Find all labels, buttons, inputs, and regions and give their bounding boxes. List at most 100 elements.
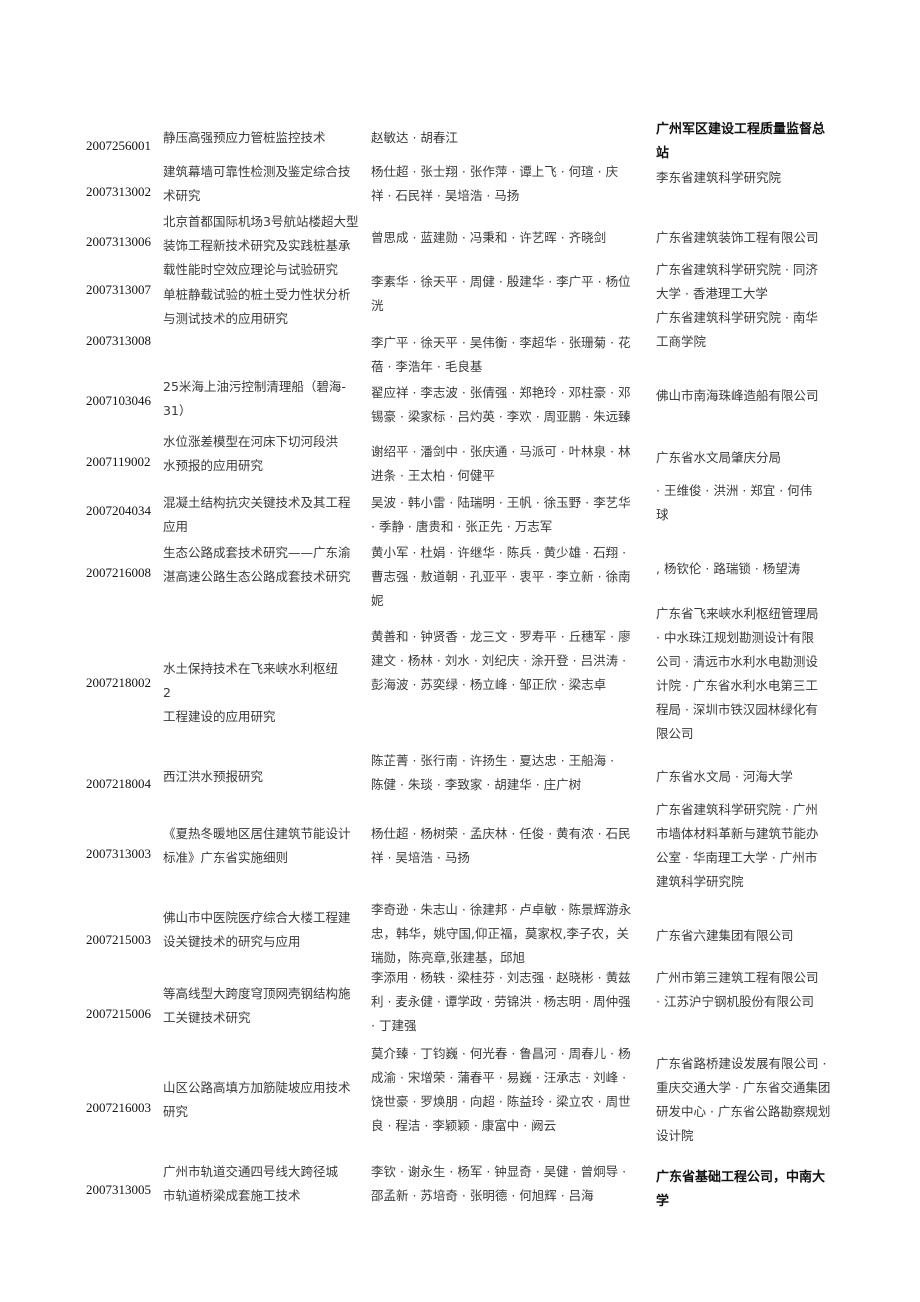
- project-code: 2007216008: [86, 565, 151, 580]
- project-organizations-line: 广东省建筑装饰工程有限公司: [656, 230, 819, 245]
- project-title-line: 载性能时空效应理论与试验研究: [163, 262, 339, 277]
- project-title: 混凝土结构抗灾关键技术及其工程 应用: [163, 491, 368, 539]
- project-organizations-line: 广东省六建集团有限公司: [656, 928, 794, 943]
- project-organizations-line: 广东省水文局 · 河海大学: [656, 769, 793, 784]
- project-members-line: 李素华 · 徐天平 · 周健 · 殷建华 · 李广平 · 杨位: [371, 274, 631, 289]
- project-members-line: 陈芷菁 · 张行南 · 许扬生 · 夏达忠 · 王船海 ·: [371, 753, 615, 768]
- project-code: 2007103046: [86, 393, 151, 408]
- project-organizations: 广州军区建设工程质量监督总站: [656, 118, 846, 166]
- project-organizations: 佛山市南海珠峰造船有限公司: [656, 384, 846, 408]
- project-members-line: 彭海波 · 苏奕绿 · 杨立峰 · 邹正欣 · 梁志卓: [371, 677, 607, 692]
- project-organizations-line: 广东省建筑科学研究院 · 同济: [656, 262, 818, 277]
- project-members: 吴波 · 韩小雷 · 陆瑞明 · 王帆 · 徐玉野 · 李艺华 · 季静 · 唐…: [371, 491, 655, 539]
- project-organizations-line: 学: [656, 1194, 670, 1209]
- project-organizations: 广东省飞来峡水利枢纽管理局 · 中水珠江规划勘测设计有限 公司 · 清远市水利水电…: [656, 602, 846, 746]
- project-title-line: 水位涨差模型在河床下切河段洪: [163, 434, 339, 449]
- project-members: 莫介臻 · 丁钧巍 · 何光春 · 鲁昌河 · 周春儿 · 杨成渝 · 宋增荣 …: [371, 1042, 655, 1138]
- project-organizations: 广东省建筑科学研究院 · 同济 大学 · 香港理工大学: [656, 258, 846, 306]
- project-members-line: · 季静 · 唐贵和 · 张正先 · 万志军: [371, 519, 553, 534]
- project-members: 李奇逊 · 朱志山 · 徐建邦 · 卢卓敏 · 陈景辉游永 忠，韩华，姚守国,仰正…: [371, 898, 655, 970]
- project-title-line: 山区公路高填方加筋陡坡应用技术: [163, 1080, 351, 1095]
- project-members-line: 黄小军 · 杜娟 · 许继华 · 陈兵 · 黄少雄 · 石翔 ·: [371, 545, 627, 560]
- project-organizations: , 杨钦伦 · 路瑞锁 · 杨望涛: [656, 557, 846, 581]
- project-title-line: 术研究: [163, 188, 201, 203]
- project-title-line: 与测试技术的应用研究: [163, 311, 289, 326]
- project-organizations-line: 站: [656, 146, 670, 161]
- project-code: 2007218004: [86, 776, 151, 791]
- project-organizations: 广东省建筑科学研究院 · 广州 市墙体材料革新与建筑节能办 公室 · 华南理工大学 …: [656, 798, 846, 894]
- project-code: 2007256001: [86, 138, 151, 153]
- project-members: 李添用 · 杨轶 · 梁桂芬 · 刘志强 · 赵晓彬 · 黄兹利 · 麦永健 ·…: [371, 966, 655, 1038]
- project-organizations-line: 重庆交通大学 · 广东省交通集团: [656, 1080, 831, 1095]
- project-code: 2007313006: [86, 234, 151, 249]
- project-title: 佛山市中医院医疗综合大楼工程建 设关键技术的研究与应用: [163, 906, 368, 954]
- project-members-line: 莫介臻 · 丁钧巍 · 何光春 · 鲁昌河 · 周春儿 · 杨: [371, 1046, 631, 1061]
- project-members-line: 杨仕超 · 杨树荣 · 孟庆林 · 任俊 · 黄有浓 · 石民: [371, 826, 631, 841]
- project-members-line: 良 · 程洁 · 李颖颖 · 康富中 · 阙云: [371, 1118, 557, 1133]
- project-title: 建筑幕墙可靠性检测及鉴定综合技 术研究: [163, 160, 368, 208]
- project-title-line: 生态公路成套技术研究——广东渝: [163, 545, 351, 560]
- project-members-line: 曾思成 · 蓝建勋 · 冯秉和 · 许艺晖 · 齐晓剑: [371, 230, 607, 245]
- project-title: 北京首都国际机场3号航站楼超大型 装饰工程新技术研究及实践桩基承: [163, 210, 368, 258]
- project-organizations-line: , 杨钦伦 · 路瑞锁 · 杨望涛: [656, 561, 801, 576]
- project-title-line: 25米海上油污控制清理船（碧海-: [163, 379, 346, 394]
- project-organizations-line: 工商学院: [656, 334, 707, 349]
- project-title-line: 《夏热冬暖地区居住建筑节能设计: [163, 826, 351, 841]
- project-code: 2007215003: [86, 932, 151, 947]
- project-organizations: 广东省基础工程公司，中南大学: [656, 1166, 846, 1214]
- project-organizations-line: 建筑科学研究院: [656, 874, 744, 889]
- project-title: 广州市轨道交通四号线大跨径城 市轨道桥梁成套施工技术: [163, 1160, 368, 1208]
- project-members-line: 谢绍平 · 潘剑中 · 张庆通 · 马派可 · 叶林泉 · 林: [371, 444, 631, 459]
- project-organizations-line: 佛山市南海珠峰造船有限公司: [656, 388, 819, 403]
- project-code: 2007119002: [86, 454, 151, 469]
- project-title: 《夏热冬暖地区居住建筑节能设计 标准》广东省实施细则: [163, 822, 368, 870]
- project-title-line: 混凝土结构抗灾关键技术及其工程: [163, 495, 351, 510]
- project-title-line: 佛山市中医院医疗综合大楼工程建: [163, 910, 351, 925]
- project-members-line: 黄善和 · 钟贤香 · 龙三文 · 罗寿平 · 丘穗军 · 廖: [371, 629, 631, 644]
- project-title-line: 工程建设的应用研究: [163, 709, 276, 724]
- project-members: 翟应祥 · 李志波 · 张倩强 · 郑艳玲 · 邓柱豪 · 邓锡豪 · 梁家标 …: [371, 381, 655, 429]
- project-title: 25米海上油污控制清理船（碧海- 31）: [163, 375, 368, 423]
- project-members-line: 忠，韩华，姚守国,仰正福，莫家权,李子农，关: [371, 926, 629, 941]
- project-title-line: 等高线型大跨度穹顶网壳钢结构施: [163, 986, 351, 1001]
- project-organizations-line: 程局 · 深圳市铁汉园林绿化有: [656, 702, 818, 717]
- project-members-line: 妮: [371, 593, 384, 608]
- project-members-line: 赵敏达 · 胡春江: [371, 130, 458, 145]
- project-organizations-line: 广东省基础工程公司，中南大: [656, 1170, 826, 1185]
- project-title: 静压高强预应力管桩监控技术: [163, 126, 368, 150]
- project-organizations-line: 研发中心 · 广东省公路勘察规划: [656, 1104, 831, 1119]
- project-members-line: 李钦 · 谢永生 · 杨军 · 钟显奇 · 吴健 · 曾炯导 ·: [371, 1164, 627, 1179]
- project-members-line: 成渝 · 宋增荣 · 蒲春平 · 易巍 · 汪承志 · 刘峰 ·: [371, 1070, 627, 1085]
- project-code: 2007313005: [86, 1182, 151, 1197]
- project-members-line: 建文 · 杨林 · 刘水 · 刘纪庆 · 涂开登 · 吕洪涛 ·: [371, 653, 627, 668]
- project-organizations: 广东省水文局 · 河海大学: [656, 765, 846, 789]
- project-title-line: 广州市轨道交通四号线大跨径城: [163, 1164, 339, 1179]
- project-title: 生态公路成套技术研究——广东渝 湛高速公路生态公路成套技术研究: [163, 541, 368, 589]
- project-title-line: 31）: [163, 403, 192, 418]
- project-title-line: 单桩静载试验的桩土受力性状分析: [163, 287, 351, 302]
- project-code: 2007313008: [86, 333, 151, 348]
- project-organizations-line: 广东省建筑科学研究院 · 南华: [656, 310, 818, 325]
- project-members-line: 锡豪 · 梁家标 · 吕灼英 · 李欢 · 周亚鹏 · 朱远臻: [371, 409, 631, 424]
- project-members: 黄小军 · 杜娟 · 许继华 · 陈兵 · 黄少雄 · 石翔 · 曹志强 · 敖道…: [371, 541, 655, 613]
- project-organizations-line: 市墙体材料革新与建筑节能办: [656, 826, 819, 841]
- project-title: 水土保持技术在飞来峡水利枢纽 2 工程建设的应用研究: [163, 657, 368, 729]
- project-title: 等高线型大跨度穹顶网壳钢结构施 工关键技术研究: [163, 982, 368, 1030]
- project-members-line: 祥 · 石民祥 · 吴培浩 · 马扬: [371, 188, 520, 203]
- project-members-line: 吴波 · 韩小雷 · 陆瑞明 · 王帆 · 徐玉野 · 李艺华: [371, 495, 631, 510]
- project-title-line: 设关键技术的研究与应用: [163, 934, 301, 949]
- project-members-line: 饶世豪 · 罗焕朋 · 向超 · 陈益玲 · 梁立农 · 周世: [371, 1094, 631, 1109]
- project-code: 2007218002: [86, 675, 151, 690]
- project-organizations-line: 广州市第三建筑工程有限公司: [656, 970, 819, 985]
- project-organizations-line: 计院 · 广东省水利水电第三工: [656, 678, 818, 693]
- project-code: 2007204034: [86, 503, 151, 518]
- project-title-line: 研究: [163, 1104, 189, 1119]
- project-members-line: 李添用 · 杨轶 · 梁桂芬 · 刘志强 · 赵晓彬 · 黄兹: [371, 970, 631, 985]
- project-organizations-line: 广东省路桥建设发展有限公司 ·: [656, 1056, 827, 1071]
- project-organizations: 李东省建筑科学研究院: [656, 166, 846, 190]
- project-title-line: 静压高强预应力管桩监控技术: [163, 130, 326, 145]
- project-title-line: 水预报的应用研究: [163, 458, 264, 473]
- project-title-line: 水土保持技术在飞来峡水利枢纽: [163, 661, 339, 676]
- project-members-line: 翟应祥 · 李志波 · 张倩强 · 郑艳玲 · 邓柱豪 · 邓: [371, 385, 631, 400]
- project-members-line: 李广平 · 徐天平 · 吴伟衡 · 李超华 · 张珊菊 · 花: [371, 335, 631, 350]
